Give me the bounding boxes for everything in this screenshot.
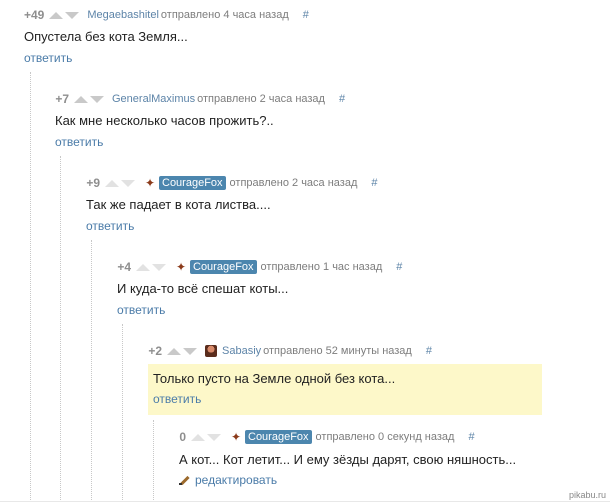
indent-line	[60, 156, 61, 502]
permalink-hash[interactable]: #	[303, 9, 309, 21]
indent-line	[30, 72, 31, 502]
downvote-icon[interactable]	[152, 263, 166, 271]
comment-text: Только пусто на Земле одной без кота...	[153, 371, 396, 386]
comment-text: И куда-то всё спешат коты...	[117, 281, 289, 296]
comment-rating: +4	[117, 260, 131, 274]
fox-icon: ✦	[144, 176, 156, 190]
comment-thread: +49 Megaebashitel отправлено 4 часа наза…	[0, 0, 610, 502]
fox-icon: ✦	[175, 260, 187, 274]
permalink-hash[interactable]: #	[426, 345, 432, 357]
comment-header: +9 ✦ CourageFox отправлено 2 часа назад …	[86, 175, 378, 191]
timestamp: отправлено 1 час назад	[260, 261, 383, 273]
comment-text: Опустела без кота Земля...	[24, 29, 188, 44]
author-link[interactable]: Megaebashitel	[87, 9, 159, 21]
upvote-icon[interactable]	[49, 11, 64, 19]
vote-controls	[191, 433, 223, 441]
author-link[interactable]: CourageFox	[159, 176, 226, 190]
timestamp: отправлено 2 часа назад	[229, 177, 358, 189]
comment-rating: +9	[86, 176, 100, 190]
reply-link[interactable]: ответить	[24, 51, 72, 65]
avatar-icon	[205, 345, 217, 357]
upvote-icon[interactable]	[74, 95, 88, 103]
vote-controls	[74, 95, 106, 103]
reply-link[interactable]: ответить	[86, 219, 134, 233]
permalink-hash[interactable]: #	[371, 177, 377, 189]
downvote-icon[interactable]	[90, 95, 104, 103]
comment-rating: +2	[148, 344, 162, 358]
comment-rating: +7	[55, 92, 69, 106]
watermark: pikabu.ru	[568, 490, 606, 500]
upvote-icon[interactable]	[136, 263, 150, 271]
comment-header: +4 ✦ CourageFox отправлено 1 час назад #	[117, 259, 402, 275]
vote-controls	[105, 179, 137, 187]
reply-link[interactable]: ответить	[153, 392, 201, 406]
vote-controls	[167, 347, 199, 355]
indent-line	[122, 324, 123, 502]
author-link[interactable]: CourageFox	[190, 260, 257, 274]
downvote-icon[interactable]	[207, 433, 221, 441]
author-link[interactable]: CourageFox	[245, 430, 312, 444]
indent-line	[153, 420, 154, 502]
vote-controls	[49, 11, 81, 19]
downvote-icon[interactable]	[183, 347, 197, 355]
edit-button[interactable]: редактировать	[179, 473, 277, 487]
comment-rating: 0	[179, 430, 186, 444]
indent-line	[91, 240, 92, 502]
timestamp: отправлено 52 минуты назад	[263, 345, 412, 357]
upvote-icon[interactable]	[191, 433, 205, 441]
permalink-hash[interactable]: #	[468, 431, 474, 443]
permalink-hash[interactable]: #	[339, 93, 345, 105]
fox-icon: ✦	[230, 430, 242, 444]
comment-text: Так же падает в кота листва....	[86, 197, 271, 212]
timestamp: отправлено 2 часа назад	[197, 93, 325, 105]
downvote-icon[interactable]	[65, 11, 80, 19]
edit-label: редактировать	[195, 473, 278, 487]
pencil-icon	[179, 475, 190, 486]
comment-header: +49 Megaebashitel отправлено 4 часа наза…	[24, 7, 309, 23]
comment-header: +7 GeneralMaximus отправлено 2 часа наза…	[55, 91, 345, 107]
comment-rating: +49	[24, 8, 45, 22]
vote-controls	[136, 263, 168, 271]
comment-text: А кот... Кот летит... И ему зёзды дарят,…	[179, 452, 517, 467]
author-link[interactable]: Sabasiy	[222, 345, 261, 357]
permalink-hash[interactable]: #	[396, 261, 402, 273]
author-link[interactable]: GeneralMaximus	[112, 93, 195, 105]
downvote-icon[interactable]	[121, 179, 135, 187]
comment-header: 0 ✦ CourageFox отправлено 0 секунд назад…	[172, 429, 475, 445]
reply-link[interactable]: ответить	[55, 135, 103, 149]
timestamp: отправлено 4 часа назад	[160, 9, 289, 21]
comment-header: +2 Sabasiy отправлено 52 минуты назад #	[148, 343, 432, 359]
upvote-icon[interactable]	[167, 347, 181, 355]
reply-link[interactable]: ответить	[117, 303, 165, 317]
comment-text: Как мне несколько часов прожить?..	[55, 113, 274, 128]
timestamp: отправлено 0 секунд назад	[315, 431, 455, 443]
upvote-icon[interactable]	[105, 179, 119, 187]
